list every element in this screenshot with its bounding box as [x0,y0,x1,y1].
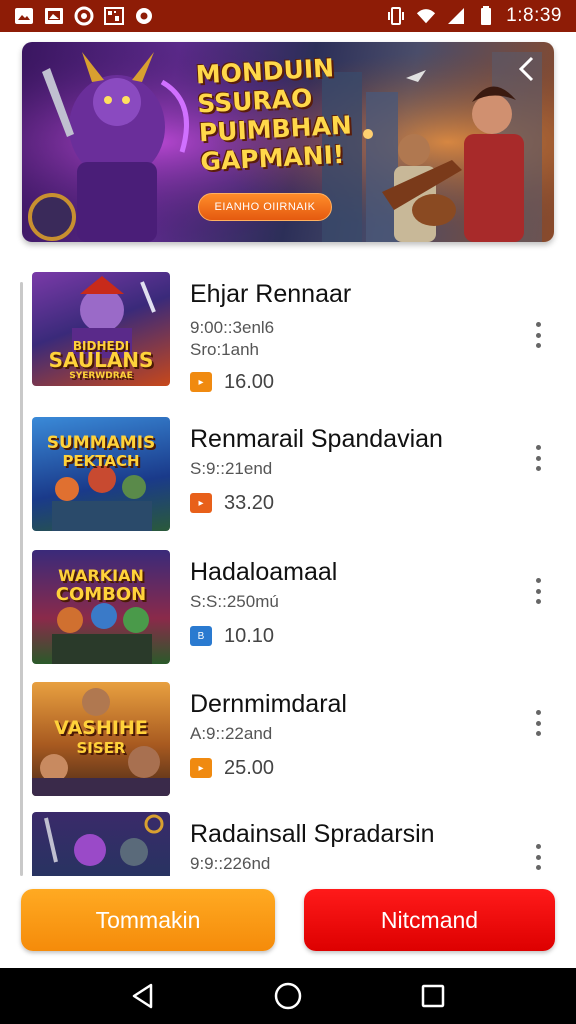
banner-cta-button[interactable]: EIANHO OIIRNAIK [198,193,332,221]
back-triangle-icon[interactable] [123,976,163,1016]
game-price: 25.00 [224,757,275,779]
play-badge-icon: ▸ [190,372,212,392]
thumb-label: SAULANS [48,348,154,372]
game-thumbnail: VASHIHE SISER [32,682,170,796]
thumb-label: VASHIHE [54,717,148,739]
home-circle-icon[interactable] [268,976,308,1016]
thumb-label: SYERWDRAE [69,371,133,381]
b-badge-icon: B [190,626,212,646]
signal-icon [446,7,466,25]
settings-icon [134,7,154,25]
game-meta: Sro:1anh [190,340,259,359]
game-thumbnail: SUMMAMIS PEKTACH [32,417,170,531]
game-title[interactable]: Ehjar Rennaar [190,280,351,309]
list-item[interactable]: Radainsall Spradarsin 9:9::226nd [32,812,562,876]
scrollbar[interactable] [20,282,23,876]
recents-square-icon[interactable] [413,976,453,1016]
status-time: 1:8:39 [506,5,562,26]
game-title[interactable]: Renmarail Spandavian [190,425,443,454]
battery-icon [476,6,496,25]
game-meta: S:9::21end [190,459,273,478]
status-bar: 1:8:39 [0,0,576,32]
play-badge-icon: ▸ [190,758,212,778]
list-item[interactable]: SUMMAMIS PEKTACH Renmarail Spandavian S:… [32,417,562,531]
status-left-icons [14,6,154,26]
game-thumbnail: BIDHEDI SAULANS SYERWDRAE [32,272,170,386]
more-options-icon[interactable] [528,320,548,350]
game-meta: 9:00::3enl6 [190,318,275,337]
list-item[interactable]: BIDHEDI SAULANS SYERWDRAE Ehjar Rennaar … [32,272,562,393]
more-options-icon[interactable] [528,576,548,606]
status-right-icons: 1:8:39 [386,5,562,27]
thumb-label: SUMMAMIS [46,433,156,453]
thumb-label: WARKIAN [58,566,144,585]
thumb-label: COMBON [55,584,147,605]
game-meta: 9:9::226nd [190,854,271,873]
wifi-icon [416,7,436,25]
bottom-action-bar: Tommakin Nitcmand [0,876,576,968]
game-thumbnail: WARKIAN COMBON [32,550,170,664]
game-price: 10.10 [224,625,275,647]
image-icon [44,7,64,25]
game-price: 16.00 [224,371,275,393]
primary-action-button[interactable]: Tommakin [21,889,275,951]
list-item[interactable]: VASHIHE SISER Dernmimdaral A:9::22and ▸ … [32,682,562,796]
game-title[interactable]: Dernmimdaral [190,690,347,719]
banner-title: MONDUIN SSURAO PUIMBHAN GAPMANI! [195,52,371,176]
game-price: 33.20 [224,492,275,514]
system-nav-bar [0,968,576,1024]
secondary-action-button[interactable]: Nitcmand [304,889,555,951]
more-options-icon[interactable] [528,443,548,473]
game-list[interactable]: BIDHEDI SAULANS SYERWDRAE Ehjar Rennaar … [0,262,576,876]
thumb-label: PEKTACH [62,452,140,470]
game-title[interactable]: Radainsall Spradarsin [190,820,435,849]
qr-icon [104,7,124,25]
game-thumbnail [32,812,170,876]
list-item[interactable]: WARKIAN COMBON Hadaloamaal S:S::250mú B … [32,550,562,664]
photo-icon [14,7,34,25]
vibrate-icon [386,7,406,25]
thumb-label: SISER [76,739,126,757]
circle-icon [74,6,94,26]
chevron-left-icon[interactable] [512,54,540,84]
game-meta: S:S::250mú [190,592,279,611]
more-options-icon[interactable] [528,842,548,872]
promo-banner[interactable]: MONDUIN SSURAO PUIMBHAN GAPMANI! EIANHO … [22,42,554,242]
game-meta: A:9::22and [190,724,273,743]
more-options-icon[interactable] [528,708,548,738]
play-badge-icon: ▸ [190,493,212,513]
game-title[interactable]: Hadaloamaal [190,558,337,587]
